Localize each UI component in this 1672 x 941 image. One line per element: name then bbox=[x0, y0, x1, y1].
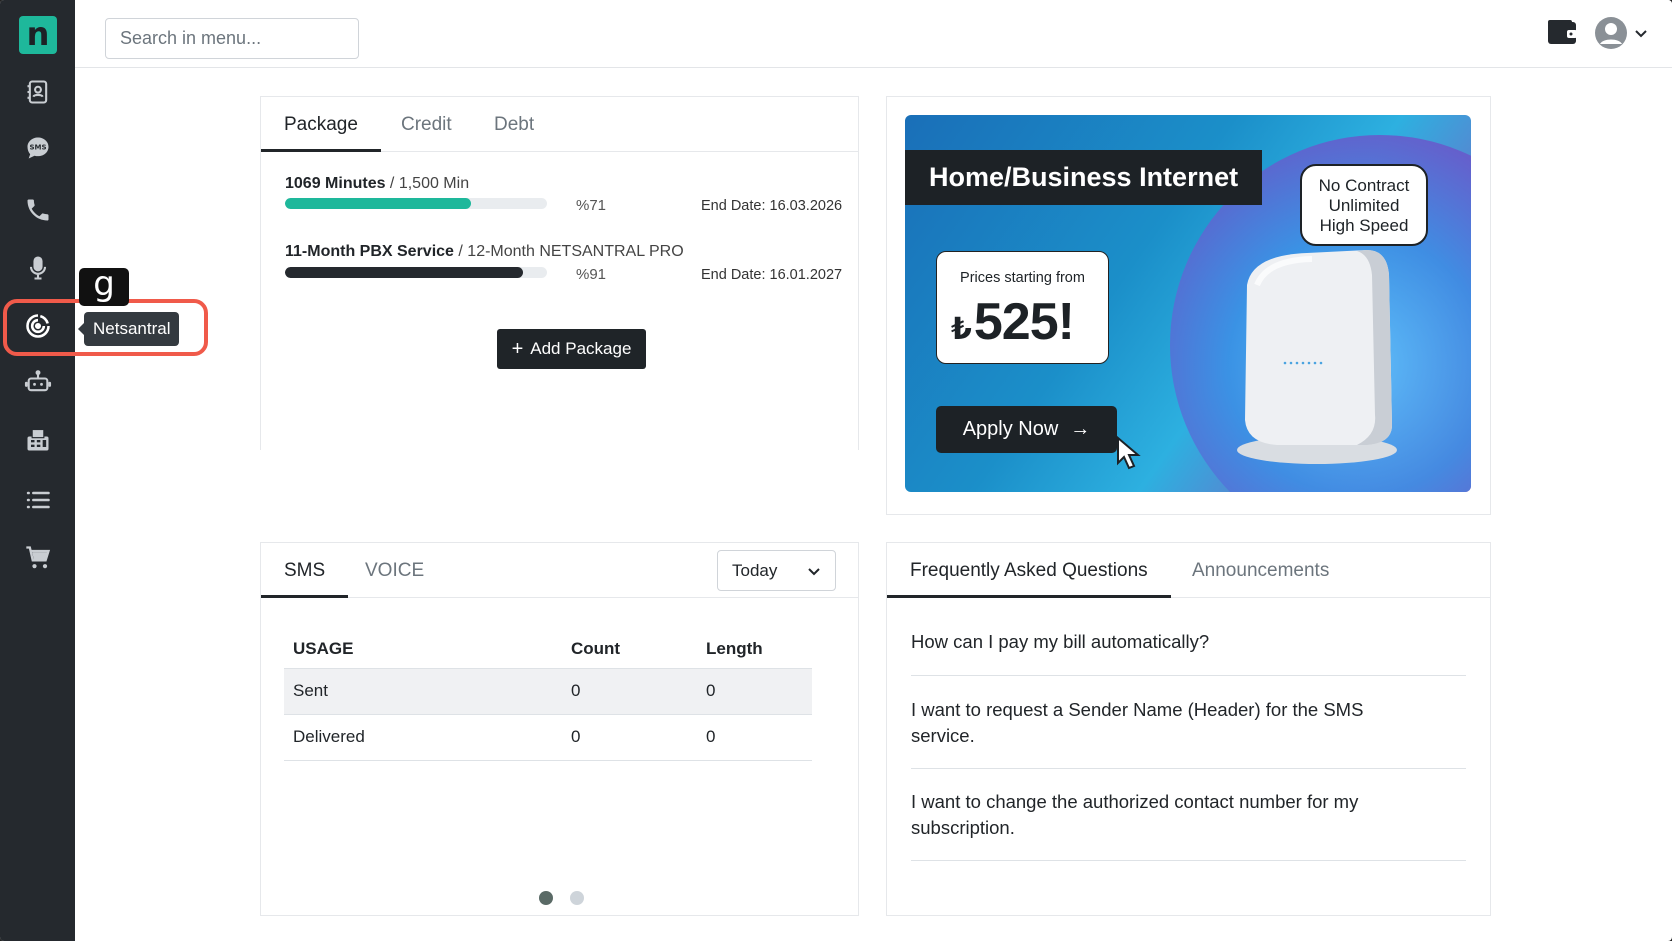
promo-card: Home/Business Internet No Contract Unlim… bbox=[886, 96, 1491, 515]
column-usage: USAGE bbox=[284, 631, 562, 669]
apply-now-label: Apply Now bbox=[962, 418, 1059, 440]
carousel-dot-active[interactable] bbox=[539, 891, 553, 905]
package-card: Package Credit Debt 1069 Minutes / 1,500… bbox=[260, 96, 859, 450]
app-window: n SMS Search in menu... Package Credit D… bbox=[0, 0, 1672, 941]
usage-count: 0 bbox=[562, 668, 697, 715]
package-progress-bar bbox=[285, 198, 547, 209]
package-tabs: Package Credit Debt bbox=[261, 97, 858, 152]
app-logo[interactable]: n bbox=[19, 16, 57, 54]
phone-icon[interactable] bbox=[18, 190, 58, 230]
cursor-pointer-icon bbox=[1117, 435, 1141, 470]
column-count: Count bbox=[562, 631, 697, 669]
contacts-icon[interactable] bbox=[18, 72, 58, 112]
menu-search-input[interactable] bbox=[105, 18, 359, 59]
user-avatar-icon[interactable] bbox=[1594, 16, 1628, 50]
usage-type: Delivered bbox=[284, 714, 562, 761]
fax-icon[interactable] bbox=[18, 420, 58, 460]
tab-voice[interactable]: VOICE bbox=[342, 543, 447, 598]
chevron-down-icon bbox=[808, 568, 820, 576]
faq-card: Frequently Asked Questions Announcements… bbox=[886, 542, 1491, 916]
wallet-icon[interactable] bbox=[1547, 18, 1579, 48]
tab-announcements[interactable]: Announcements bbox=[1169, 543, 1352, 598]
usage-count: 0 bbox=[562, 714, 697, 761]
usage-length: 0 bbox=[697, 668, 812, 715]
table-row: Delivered 0 0 bbox=[284, 714, 812, 761]
add-package-label: Add Package bbox=[530, 339, 632, 358]
banner-headline: Home/Business Internet bbox=[905, 150, 1263, 205]
usage-length: 0 bbox=[697, 714, 812, 761]
table-row: Sent 0 0 bbox=[284, 668, 812, 715]
usage-type: Sent bbox=[284, 668, 562, 715]
tab-package[interactable]: Package bbox=[261, 97, 381, 152]
package-name: 11-Month PBX Service bbox=[285, 243, 454, 260]
feature-high-speed: High Speed bbox=[1319, 216, 1409, 235]
faq-question[interactable]: I want to request a Sender Name (Header)… bbox=[911, 697, 1466, 769]
faq-tabs: Frequently Asked Questions Announcements bbox=[887, 543, 1490, 598]
feature-bubble: No Contract Unlimited High Speed bbox=[1300, 164, 1428, 246]
usage-card: SMS VOICE Today USAGE Count Length Sent … bbox=[260, 542, 859, 916]
tab-debt[interactable]: Debt bbox=[471, 97, 557, 152]
currency-symbol: ₺ bbox=[951, 313, 972, 346]
feature-no-contract: No Contract bbox=[1318, 176, 1410, 195]
package-progress-fill bbox=[285, 267, 524, 278]
arrow-right-icon: → bbox=[1070, 418, 1091, 440]
package-row-title: 1069 Minutes / 1,500 Min bbox=[285, 175, 469, 193]
robot-icon[interactable] bbox=[18, 362, 58, 402]
package-percent: %91 bbox=[576, 266, 607, 283]
package-limit: / 1,500 Min bbox=[385, 175, 470, 192]
package-end-date: End Date: 16.03.2026 bbox=[701, 198, 843, 214]
logo-letter: n bbox=[26, 14, 50, 53]
package-limit: / 12-Month NETSANTRAL PRO bbox=[453, 243, 684, 260]
period-select[interactable]: Today bbox=[717, 550, 836, 591]
cart-icon[interactable] bbox=[18, 538, 58, 578]
period-value: Today bbox=[732, 561, 778, 580]
router-image bbox=[1237, 250, 1397, 464]
shortcut-badge: g bbox=[79, 267, 129, 306]
package-name: 1069 Minutes bbox=[285, 175, 386, 192]
list-icon[interactable] bbox=[18, 480, 58, 520]
price-from-label: Prices starting from bbox=[960, 270, 1085, 286]
tab-credit[interactable]: Credit bbox=[378, 97, 475, 152]
price-amount: ₺525! bbox=[951, 292, 1075, 352]
apply-now-button[interactable]: Apply Now → bbox=[936, 406, 1117, 453]
package-percent: %71 bbox=[576, 197, 607, 214]
microphone-icon[interactable] bbox=[18, 248, 58, 288]
sidebar: n SMS bbox=[0, 0, 75, 941]
usage-tabs: SMS VOICE Today bbox=[261, 543, 858, 598]
faq-question[interactable]: I want to change the authorized contact … bbox=[911, 789, 1466, 861]
sms-icon[interactable]: SMS bbox=[18, 128, 58, 168]
netsantral-tooltip: Netsantral bbox=[77, 312, 180, 346]
feature-unlimited: Unlimited bbox=[1328, 196, 1400, 215]
package-progress-fill bbox=[285, 198, 472, 209]
usage-table: USAGE Count Length Sent 0 0 Delivered 0 … bbox=[284, 631, 812, 761]
package-row-title: 11-Month PBX Service / 12-Month NETSANTR… bbox=[285, 243, 684, 261]
topbar bbox=[75, 0, 1672, 68]
svg-text:SMS: SMS bbox=[29, 144, 46, 152]
tab-faq[interactable]: Frequently Asked Questions bbox=[887, 543, 1171, 598]
carousel-dot[interactable] bbox=[570, 891, 584, 905]
tab-sms[interactable]: SMS bbox=[261, 543, 349, 598]
package-progress-bar bbox=[285, 267, 547, 278]
price-box: Prices starting from ₺525! bbox=[936, 251, 1109, 364]
promo-banner[interactable]: Home/Business Internet No Contract Unlim… bbox=[905, 115, 1471, 492]
package-end-date: End Date: 16.01.2027 bbox=[701, 267, 843, 283]
column-length: Length bbox=[697, 631, 812, 669]
faq-question[interactable]: How can I pay my bill automatically? bbox=[911, 629, 1466, 676]
price-value: 525! bbox=[973, 293, 1075, 351]
chevron-down-icon[interactable] bbox=[1633, 25, 1649, 41]
add-package-button[interactable]: + Add Package bbox=[497, 329, 646, 369]
plus-icon: + bbox=[511, 338, 524, 360]
